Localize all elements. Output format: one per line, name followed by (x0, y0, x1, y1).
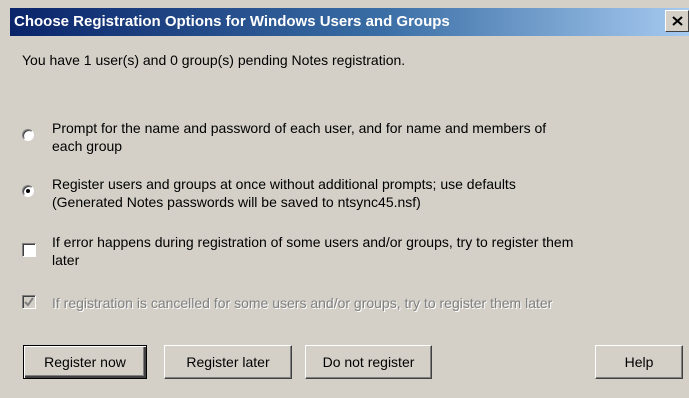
pending-message: You have 1 user(s) and 0 group(s) pendin… (22, 52, 406, 68)
do-not-register-button[interactable]: Do not register (305, 345, 432, 379)
register-later-button[interactable]: Register later (164, 345, 292, 379)
prompt-option-line1: Prompt for the name and password of each… (52, 120, 547, 136)
title-bar[interactable]: Choose Registration Options for Windows … (10, 8, 689, 36)
help-button[interactable]: Help (595, 345, 683, 379)
register-at-once-radio-button[interactable] (22, 185, 34, 197)
register-at-once-option-label: Register users and groups at once withou… (52, 175, 516, 211)
register-at-once-line2: (Generated Notes passwords will be saved… (52, 194, 421, 210)
registration-options-dialog: Choose Registration Options for Windows … (0, 0, 689, 398)
retry-on-cancel-checkbox[interactable] (22, 295, 36, 309)
radio-option-register-at-once[interactable]: Register users and groups at once withou… (22, 175, 682, 215)
checkbox-option-retry-on-cancel[interactable]: If registration is cancelled for some us… (22, 294, 682, 314)
prompt-option-line2: each group (52, 138, 123, 154)
checkbox-option-retry-on-error[interactable]: If error happens during registration of … (22, 233, 682, 273)
retry-on-error-line2: later (52, 252, 80, 268)
close-button[interactable] (665, 10, 689, 32)
register-at-once-line1: Register users and groups at once withou… (52, 176, 516, 192)
close-icon (672, 16, 683, 26)
retry-on-cancel-label: If registration is cancelled for some us… (52, 295, 553, 311)
retry-on-error-checkbox[interactable] (22, 243, 36, 257)
checkmark-icon (24, 297, 34, 307)
dialog-title: Choose Registration Options for Windows … (14, 13, 450, 30)
register-now-button[interactable]: Register now (23, 345, 147, 379)
retry-on-error-line1: If error happens during registration of … (52, 234, 574, 250)
prompt-radio-button[interactable] (22, 129, 34, 141)
retry-on-error-label: If error happens during registration of … (52, 233, 573, 269)
prompt-option-label: Prompt for the name and password of each… (52, 119, 546, 155)
radio-option-prompt[interactable]: Prompt for the name and password of each… (22, 119, 682, 159)
